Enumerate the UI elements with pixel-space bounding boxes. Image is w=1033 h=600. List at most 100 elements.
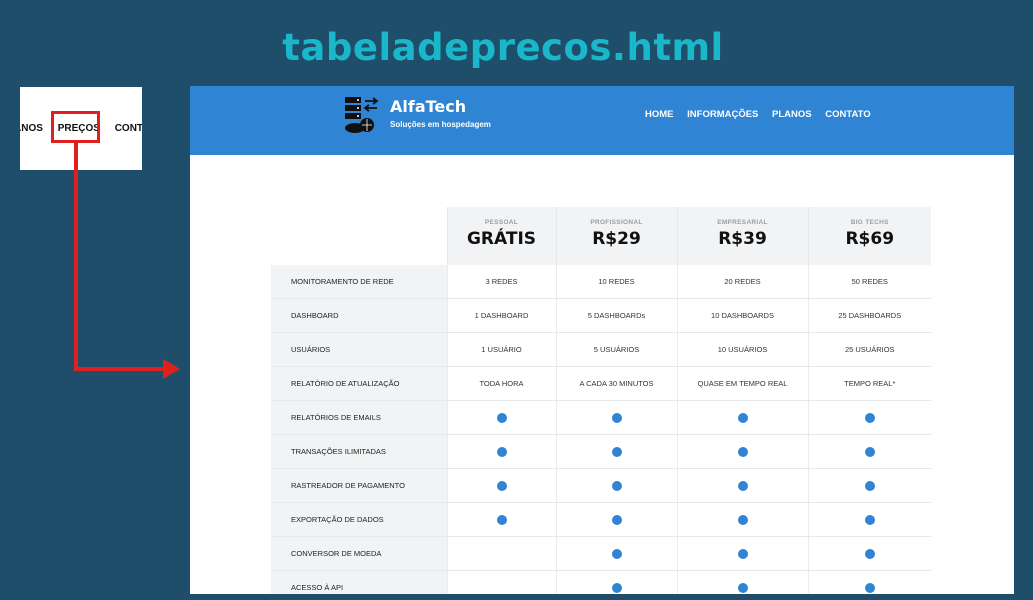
feature-row: RASTREADOR DE PAGAMENTO — [271, 468, 931, 503]
feature-value: 25 USUÁRIOS — [807, 332, 931, 367]
feature-check-cell — [807, 536, 931, 571]
included-dot-icon — [737, 582, 748, 593]
plan-tier: BIG TECHS — [850, 219, 889, 226]
feature-label: ACESSO À API — [271, 570, 447, 594]
plan-price: GRÁTIS — [466, 229, 537, 249]
feature-check-cell — [807, 434, 931, 469]
included-dot-icon — [737, 446, 748, 457]
included-dot-icon — [737, 514, 748, 525]
feature-value: 50 REDES — [807, 265, 931, 299]
brand-name: AlfaTech — [390, 97, 467, 116]
included-dot-icon — [611, 548, 622, 559]
included-dot-icon — [611, 514, 622, 525]
feature-value: 1 DASHBOARD — [446, 298, 556, 333]
brand-tagline: Soluções em hospedagem — [390, 120, 491, 129]
included-dot-icon — [611, 446, 622, 457]
feature-row: EXPORTAÇÃO DE DADOS — [271, 502, 931, 537]
feature-check-cell — [555, 400, 677, 435]
included-dot-icon — [864, 480, 875, 491]
website-mockup: AlfaTech Soluções em hospedagem HOME INF… — [190, 86, 1014, 594]
plan-price: R$29 — [592, 229, 641, 249]
feature-row: TRANSAÇÕES ILIMITADAS — [271, 434, 931, 469]
included-dot-icon — [611, 480, 622, 491]
feature-value: 3 REDES — [446, 265, 556, 299]
feature-check-cell — [555, 468, 677, 503]
included-dot-icon — [737, 412, 748, 423]
included-dot-icon — [737, 480, 748, 491]
feature-label: RELATÓRIOS DE EMAILS — [271, 400, 447, 435]
feature-label: USUÁRIOS — [271, 332, 447, 367]
feature-check-cell — [676, 468, 808, 503]
plan-col-pessoal: PESSOAL GRÁTIS — [446, 207, 556, 265]
nav-contato[interactable]: CONTATO — [825, 109, 870, 120]
feature-check-cell — [446, 400, 556, 435]
nav-informacoes[interactable]: INFORMAÇÕES — [687, 109, 758, 120]
feature-check-cell — [446, 468, 556, 503]
feature-label: MONITORAMENTO DE REDE — [271, 265, 447, 299]
feature-label: CONVERSOR DE MOEDA — [271, 536, 447, 571]
feature-value: 20 REDES — [676, 265, 808, 299]
plan-col-profissional: PROFISSIONAL R$29 — [555, 207, 677, 265]
included-dot-icon — [611, 582, 622, 593]
included-dot-icon — [496, 412, 507, 423]
feature-check-cell — [807, 400, 931, 435]
feature-value: TEMPO REAL* — [807, 366, 931, 401]
feature-label: RASTREADOR DE PAGAMENTO — [271, 468, 447, 503]
feature-value: QUASE EM TEMPO REAL — [676, 366, 808, 401]
feature-label: TRANSAÇÕES ILIMITADAS — [271, 434, 447, 469]
feature-row: DASHBOARD 1 DASHBOARD 5 DASHBOARDs 10 DASHB… — [271, 298, 931, 333]
feature-label: RELATÓRIO DE ATUALIZAÇÃO — [271, 366, 447, 401]
feature-row: RELATÓRIO DE ATUALIZAÇÃO TODA HORA A CADA … — [271, 366, 931, 401]
included-dot-icon — [864, 514, 875, 525]
page-title: tabeladeprecos.html — [282, 26, 724, 69]
plan-tier: PESSOAL — [484, 219, 519, 226]
feature-value: 25 DASHBOARDS — [807, 298, 931, 333]
feature-label: EXPORTAÇÃO DE DADOS — [271, 502, 447, 537]
plan-col-empresarial: EMPRESARIAL R$39 — [676, 207, 808, 265]
feature-check-cell — [446, 570, 556, 594]
plan-price: R$39 — [718, 229, 767, 249]
plan-header-row: PESSOAL GRÁTIS PROFISSIONAL R$29 EMPRESA… — [271, 207, 931, 265]
feature-check-cell — [555, 536, 677, 571]
plan-tier: EMPRESARIAL — [717, 219, 768, 226]
included-dot-icon — [864, 446, 875, 457]
feature-row: USUÁRIOS 1 USUÁRIO 5 USUÁRIOS 10 USUÁRIOS 25… — [271, 332, 931, 367]
nav-planos[interactable]: PLANOS — [772, 109, 812, 120]
feature-check-cell — [555, 502, 677, 537]
feature-check-cell — [555, 434, 677, 469]
feature-value: 5 USUÁRIOS — [555, 332, 677, 367]
feature-value: TODA HORA — [446, 366, 556, 401]
empty-corner — [271, 207, 447, 265]
feature-check-cell — [807, 468, 931, 503]
included-dot-icon — [864, 412, 875, 423]
feature-row: CONVERSOR DE MOEDA — [271, 536, 931, 571]
nav-home[interactable]: HOME — [645, 109, 674, 120]
feature-rows: MONITORAMENTO DE REDE 3 REDES 10 REDES 20 R… — [271, 265, 931, 594]
feature-check-cell — [676, 536, 808, 571]
feature-check-cell — [446, 434, 556, 469]
included-dot-icon — [864, 582, 875, 593]
pricing-table: PESSOAL GRÁTIS PROFISSIONAL R$29 EMPRESA… — [271, 207, 931, 594]
feature-value: 1 USUÁRIO — [446, 332, 556, 367]
feature-value: 10 DASHBOARDS — [676, 298, 808, 333]
zoom-nav-item-contato[interactable]: CONTA — [115, 123, 142, 134]
zoom-nav-item-planos[interactable]: ANOS — [20, 123, 43, 134]
feature-check-cell — [446, 502, 556, 537]
feature-check-cell — [676, 434, 808, 469]
included-dot-icon — [864, 548, 875, 559]
feature-row: ACESSO À API — [271, 570, 931, 594]
feature-check-cell — [676, 570, 808, 594]
feature-check-cell — [807, 502, 931, 537]
server-icon — [345, 97, 379, 133]
feature-value: A CADA 30 MINUTOS — [555, 366, 677, 401]
feature-check-cell — [807, 570, 931, 594]
feature-check-cell — [676, 400, 808, 435]
plan-tier: PROFISSIONAL — [590, 219, 643, 226]
feature-check-cell — [446, 536, 556, 571]
included-dot-icon — [496, 480, 507, 491]
feature-value: 10 USUÁRIOS — [676, 332, 808, 367]
feature-label: DASHBOARD — [271, 298, 447, 333]
included-dot-icon — [496, 514, 507, 525]
included-dot-icon — [737, 548, 748, 559]
feature-row: RELATÓRIOS DE EMAILS — [271, 400, 931, 435]
